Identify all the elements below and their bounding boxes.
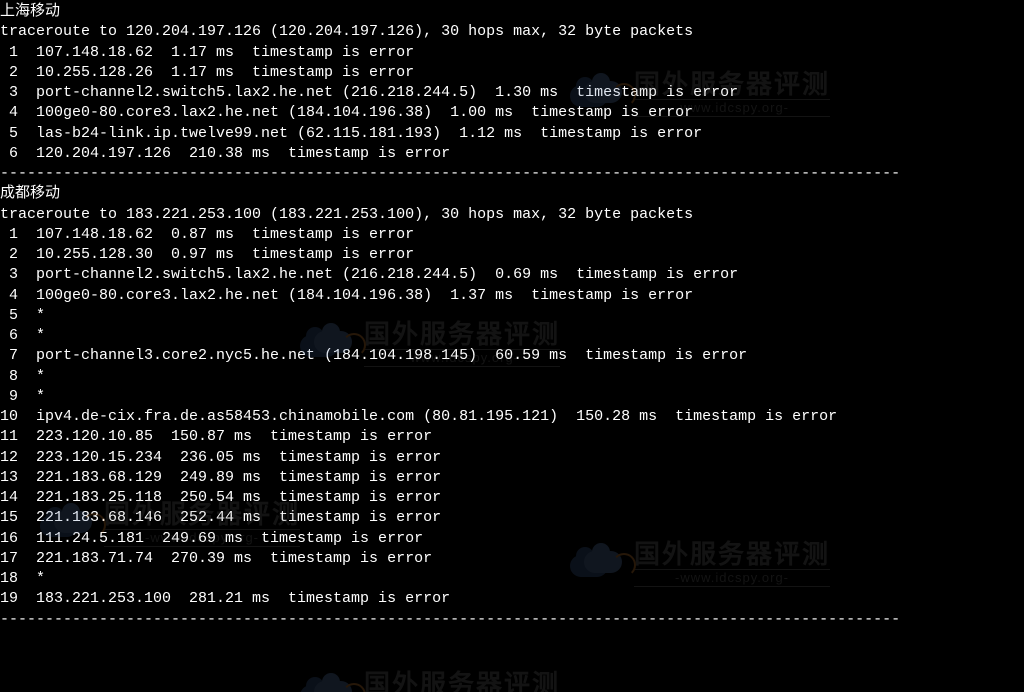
hop-line: 3 port-channel2.switch5.lax2.he.net (216… bbox=[0, 265, 1024, 285]
hop-line: 5 las-b24-link.ip.twelve99.net (62.115.1… bbox=[0, 124, 1024, 144]
hop-line: 3 port-channel2.switch5.lax2.he.net (216… bbox=[0, 83, 1024, 103]
hop-line: 18 * bbox=[0, 569, 1024, 589]
block-title: 上海移动 bbox=[0, 2, 1024, 22]
hop-line: 2 10.255.128.26 1.17 ms timestamp is err… bbox=[0, 63, 1024, 83]
block-title: 成都移动 bbox=[0, 184, 1024, 204]
hop-line: 5 * bbox=[0, 306, 1024, 326]
terminal-output: 上海移动traceroute to 120.204.197.126 (120.2… bbox=[0, 0, 1024, 630]
hop-line: 19 183.221.253.100 281.21 ms timestamp i… bbox=[0, 589, 1024, 609]
separator-line: ----------------------------------------… bbox=[0, 164, 1024, 184]
hop-line: 13 221.183.68.129 249.89 ms timestamp is… bbox=[0, 468, 1024, 488]
hop-line: 17 221.183.71.74 270.39 ms timestamp is … bbox=[0, 549, 1024, 569]
watermark: 国外服务器评测-www.idcspy.org- bbox=[300, 670, 560, 692]
hop-line: 10 ipv4.de-cix.fra.de.as58453.chinamobil… bbox=[0, 407, 1024, 427]
hop-line: 1 107.148.18.62 0.87 ms timestamp is err… bbox=[0, 225, 1024, 245]
hop-line: 16 111.24.5.181 249.69 ms timestamp is e… bbox=[0, 529, 1024, 549]
hop-line: 15 221.183.68.146 252.44 ms timestamp is… bbox=[0, 508, 1024, 528]
hop-line: 11 223.120.10.85 150.87 ms timestamp is … bbox=[0, 427, 1024, 447]
traceroute-header: traceroute to 183.221.253.100 (183.221.2… bbox=[0, 205, 1024, 225]
hop-line: 4 100ge0-80.core3.lax2.he.net (184.104.1… bbox=[0, 286, 1024, 306]
watermark-title: 国外服务器评测 bbox=[364, 670, 560, 692]
hop-line: 2 10.255.128.30 0.97 ms timestamp is err… bbox=[0, 245, 1024, 265]
cloud-icon bbox=[300, 673, 356, 692]
hop-line: 12 223.120.15.234 236.05 ms timestamp is… bbox=[0, 448, 1024, 468]
hop-line: 4 100ge0-80.core3.lax2.he.net (184.104.1… bbox=[0, 103, 1024, 123]
hop-line: 7 port-channel3.core2.nyc5.he.net (184.1… bbox=[0, 346, 1024, 366]
traceroute-header: traceroute to 120.204.197.126 (120.204.1… bbox=[0, 22, 1024, 42]
separator-line: ----------------------------------------… bbox=[0, 610, 1024, 630]
hop-line: 6 120.204.197.126 210.38 ms timestamp is… bbox=[0, 144, 1024, 164]
hop-line: 6 * bbox=[0, 326, 1024, 346]
hop-line: 1 107.148.18.62 1.17 ms timestamp is err… bbox=[0, 43, 1024, 63]
hop-line: 9 * bbox=[0, 387, 1024, 407]
hop-line: 8 * bbox=[0, 367, 1024, 387]
hop-line: 14 221.183.25.118 250.54 ms timestamp is… bbox=[0, 488, 1024, 508]
